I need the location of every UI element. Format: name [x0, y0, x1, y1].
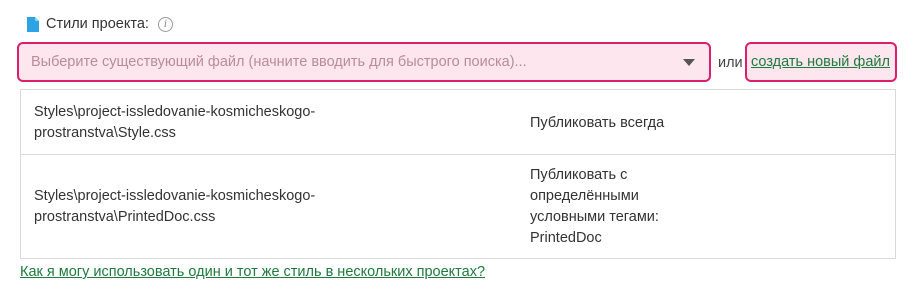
publish-mode-cell: Публиковать с определёнными условными те…	[530, 165, 730, 249]
style-file-select[interactable]: Выберите существующий файл (начните ввод…	[17, 42, 711, 82]
info-icon[interactable]: i	[157, 16, 173, 32]
project-styles-panel: Стили проекта: i Выберите существующий ф…	[0, 0, 920, 303]
publish-mode-line: Публиковать всегда	[530, 115, 665, 131]
create-new-file-link[interactable]: создать новый файл	[751, 54, 890, 70]
style-path-line: prostranstva\PrintedDoc.css	[34, 209, 216, 225]
style-path-line: Styles\project-issledovanie-kosmicheskog…	[34, 104, 316, 120]
help-link[interactable]: Как я могу использовать один и тот же ст…	[20, 264, 485, 280]
create-file-highlight: создать новый файл	[745, 42, 897, 82]
style-path-line: Styles\project-issledovanie-kosmicheskog…	[34, 188, 316, 204]
styles-label-row: Стили проекта: i	[27, 16, 173, 32]
publish-mode-line: Публиковать с	[530, 167, 628, 183]
publish-mode-line: PrintedDoc	[530, 230, 602, 246]
table-row: Styles\project-issledovanie-kosmicheskog…	[21, 90, 895, 155]
publish-mode-line: условными тегами:	[530, 209, 659, 225]
select-placeholder: Выберите существующий файл (начните ввод…	[31, 54, 527, 70]
styles-table: Styles\project-issledovanie-kosmicheskog…	[20, 89, 896, 259]
or-text: или	[718, 55, 743, 71]
chevron-down-icon[interactable]	[683, 58, 695, 66]
style-path-cell: Styles\project-issledovanie-kosmicheskog…	[34, 102, 394, 144]
publish-mode-line: определёнными	[530, 188, 639, 204]
style-path-cell: Styles\project-issledovanie-kosmicheskog…	[34, 186, 394, 228]
file-icon	[27, 16, 39, 32]
publish-mode-cell: Публиковать всегда	[530, 113, 730, 134]
style-path-line: prostranstva\Style.css	[34, 125, 176, 141]
table-row: Styles\project-issledovanie-kosmicheskog…	[21, 155, 895, 259]
styles-label: Стили проекта:	[46, 16, 149, 32]
